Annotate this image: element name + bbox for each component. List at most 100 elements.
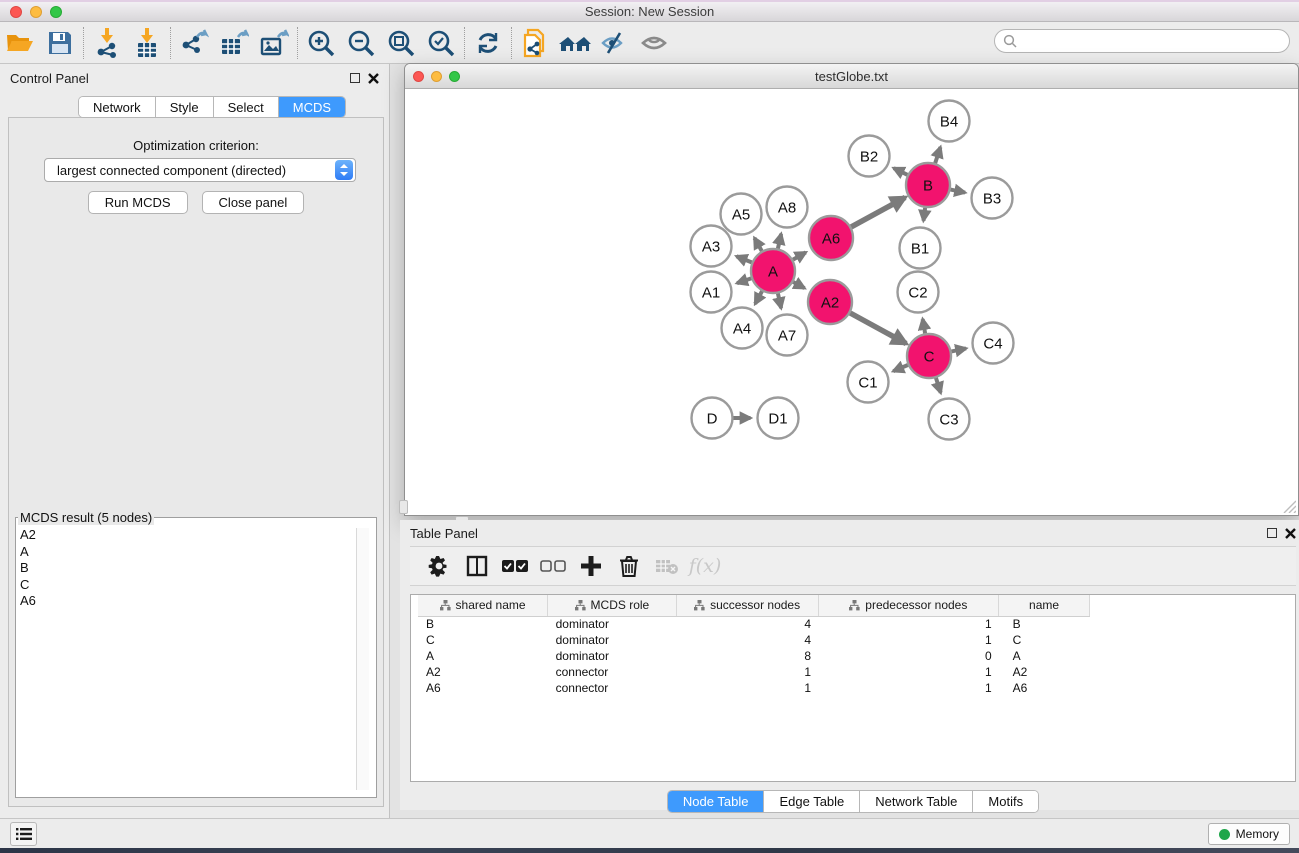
- close-panel-icon[interactable]: [368, 73, 379, 84]
- close-table-panel-icon[interactable]: [1285, 528, 1296, 539]
- node-C2[interactable]: C2: [898, 272, 939, 313]
- deselect-all-checkboxes-icon[interactable]: [536, 549, 570, 583]
- float-panel-icon[interactable]: [350, 73, 360, 83]
- node-A[interactable]: A: [751, 249, 795, 293]
- refresh-layout-icon[interactable]: [468, 25, 508, 61]
- export-image-icon[interactable]: [254, 25, 294, 61]
- edge-B-B1[interactable]: [923, 208, 925, 221]
- mcds-result-list[interactable]: A2ABCA6: [16, 525, 376, 791]
- node-D[interactable]: D: [692, 398, 733, 439]
- node-B[interactable]: B: [906, 163, 950, 207]
- node-A4[interactable]: A4: [722, 308, 763, 349]
- new-network-from-selection-icon[interactable]: [515, 25, 555, 61]
- delete-column-icon[interactable]: [612, 549, 646, 583]
- edge-B-B3[interactable]: [951, 190, 966, 193]
- table-row[interactable]: A2connector11A2: [418, 664, 1090, 680]
- result-item[interactable]: C: [20, 577, 376, 594]
- node-B3[interactable]: B3: [972, 178, 1013, 219]
- column-header-predecessor-nodes[interactable]: predecessor nodes: [818, 595, 999, 616]
- network-window-titlebar[interactable]: testGlobe.txt: [405, 64, 1298, 89]
- node-C4[interactable]: C4: [973, 323, 1014, 364]
- tab-mcds[interactable]: MCDS: [279, 97, 345, 117]
- node-C3[interactable]: C3: [929, 399, 970, 440]
- edge-A-A1[interactable]: [737, 278, 751, 283]
- node-A1[interactable]: A1: [691, 272, 732, 313]
- export-table-icon[interactable]: [214, 25, 254, 61]
- result-item[interactable]: B: [20, 560, 376, 577]
- column-header-shared-name[interactable]: shared name: [418, 595, 548, 616]
- table-tab-network-table[interactable]: Network Table: [860, 791, 973, 812]
- edge-C-C1[interactable]: [893, 365, 908, 371]
- task-history-button[interactable]: [10, 822, 37, 846]
- edge-C-C4[interactable]: [952, 348, 967, 351]
- zoom-out-icon[interactable]: [341, 25, 381, 61]
- column-header-MCDS-role[interactable]: MCDS role: [548, 595, 677, 616]
- memory-button[interactable]: Memory: [1208, 823, 1290, 845]
- import-network-icon[interactable]: [87, 25, 127, 61]
- table-row[interactable]: Cdominator41C: [418, 632, 1090, 648]
- optimization-criterion-dropdown[interactable]: largest connected component (directed): [44, 158, 356, 182]
- edge-A-A2[interactable]: [793, 282, 804, 288]
- edge-C-C3[interactable]: [936, 378, 941, 393]
- node-D1[interactable]: D1: [758, 398, 799, 439]
- tab-network[interactable]: Network: [79, 97, 156, 117]
- zoom-selected-icon[interactable]: [421, 25, 461, 61]
- float-table-panel-icon[interactable]: [1267, 528, 1277, 538]
- table-row[interactable]: Adominator80A: [418, 648, 1090, 664]
- edge-A-A5[interactable]: [754, 238, 761, 251]
- edge-A-A6[interactable]: [793, 252, 806, 259]
- column-header-successor-nodes[interactable]: successor nodes: [676, 595, 818, 616]
- close-panel-button[interactable]: Close panel: [202, 191, 305, 214]
- open-session-icon[interactable]: [0, 25, 40, 61]
- table-tab-node-table[interactable]: Node Table: [668, 791, 765, 812]
- node-C1[interactable]: C1: [848, 362, 889, 403]
- node-A6[interactable]: A6: [809, 216, 853, 260]
- column-header-name[interactable]: name: [999, 595, 1090, 616]
- table-row[interactable]: A6connector11A6: [418, 680, 1090, 696]
- edge-C-C2[interactable]: [923, 319, 925, 333]
- node-A2[interactable]: A2: [808, 280, 852, 324]
- vertical-splitter-grip[interactable]: [399, 500, 408, 514]
- import-table-icon[interactable]: [127, 25, 167, 61]
- run-mcds-button[interactable]: Run MCDS: [88, 191, 188, 214]
- result-scrollbar[interactable]: [356, 528, 369, 790]
- table-tab-edge-table[interactable]: Edge Table: [764, 791, 860, 812]
- node-A3[interactable]: A3: [691, 226, 732, 267]
- resize-grip-icon[interactable]: [1282, 499, 1296, 513]
- show-columns-icon[interactable]: [460, 549, 494, 583]
- node-B2[interactable]: B2: [849, 136, 890, 177]
- result-item[interactable]: A: [20, 544, 376, 561]
- export-network-icon[interactable]: [174, 25, 214, 61]
- network-canvas[interactable]: A5A8 A3 A A1A4A7 A6 A2 B2 B4 B B3 B1C2 C4 C C1 C3 D D1: [405, 89, 1298, 515]
- node-C[interactable]: C: [907, 334, 951, 378]
- node-table[interactable]: shared nameMCDS rolesuccessor nodesprede…: [410, 594, 1296, 782]
- result-item[interactable]: A2: [20, 527, 376, 544]
- edge-A6-B[interactable]: [851, 197, 905, 227]
- select-all-checkboxes-icon[interactable]: [498, 549, 532, 583]
- search-input[interactable]: [1017, 31, 1289, 51]
- tab-style[interactable]: Style: [156, 97, 214, 117]
- show-hidden-icon[interactable]: [595, 25, 635, 61]
- edge-B-B2[interactable]: [894, 168, 908, 175]
- zoom-fit-icon[interactable]: [381, 25, 421, 61]
- add-column-icon[interactable]: [574, 549, 608, 583]
- node-A8[interactable]: A8: [767, 187, 808, 228]
- result-item[interactable]: A6: [20, 593, 376, 610]
- edge-A-A7[interactable]: [778, 293, 781, 308]
- edge-A-A8[interactable]: [778, 234, 781, 249]
- node-A7[interactable]: A7: [767, 315, 808, 356]
- edge-A-A4[interactable]: [755, 291, 762, 304]
- node-A5[interactable]: A5: [721, 194, 762, 235]
- table-row[interactable]: Bdominator41B: [418, 616, 1090, 632]
- save-session-icon[interactable]: [40, 25, 80, 61]
- edge-B-B4[interactable]: [935, 147, 940, 163]
- zoom-in-icon[interactable]: [301, 25, 341, 61]
- node-B4[interactable]: B4: [929, 101, 970, 142]
- edge-A2-C[interactable]: [850, 313, 906, 344]
- node-B1[interactable]: B1: [900, 228, 941, 269]
- table-tab-motifs[interactable]: Motifs: [973, 791, 1038, 812]
- table-options-icon[interactable]: [422, 549, 456, 583]
- edge-A-A3[interactable]: [737, 256, 752, 262]
- tab-select[interactable]: Select: [214, 97, 279, 117]
- toggle-visibility-icon[interactable]: [635, 25, 675, 61]
